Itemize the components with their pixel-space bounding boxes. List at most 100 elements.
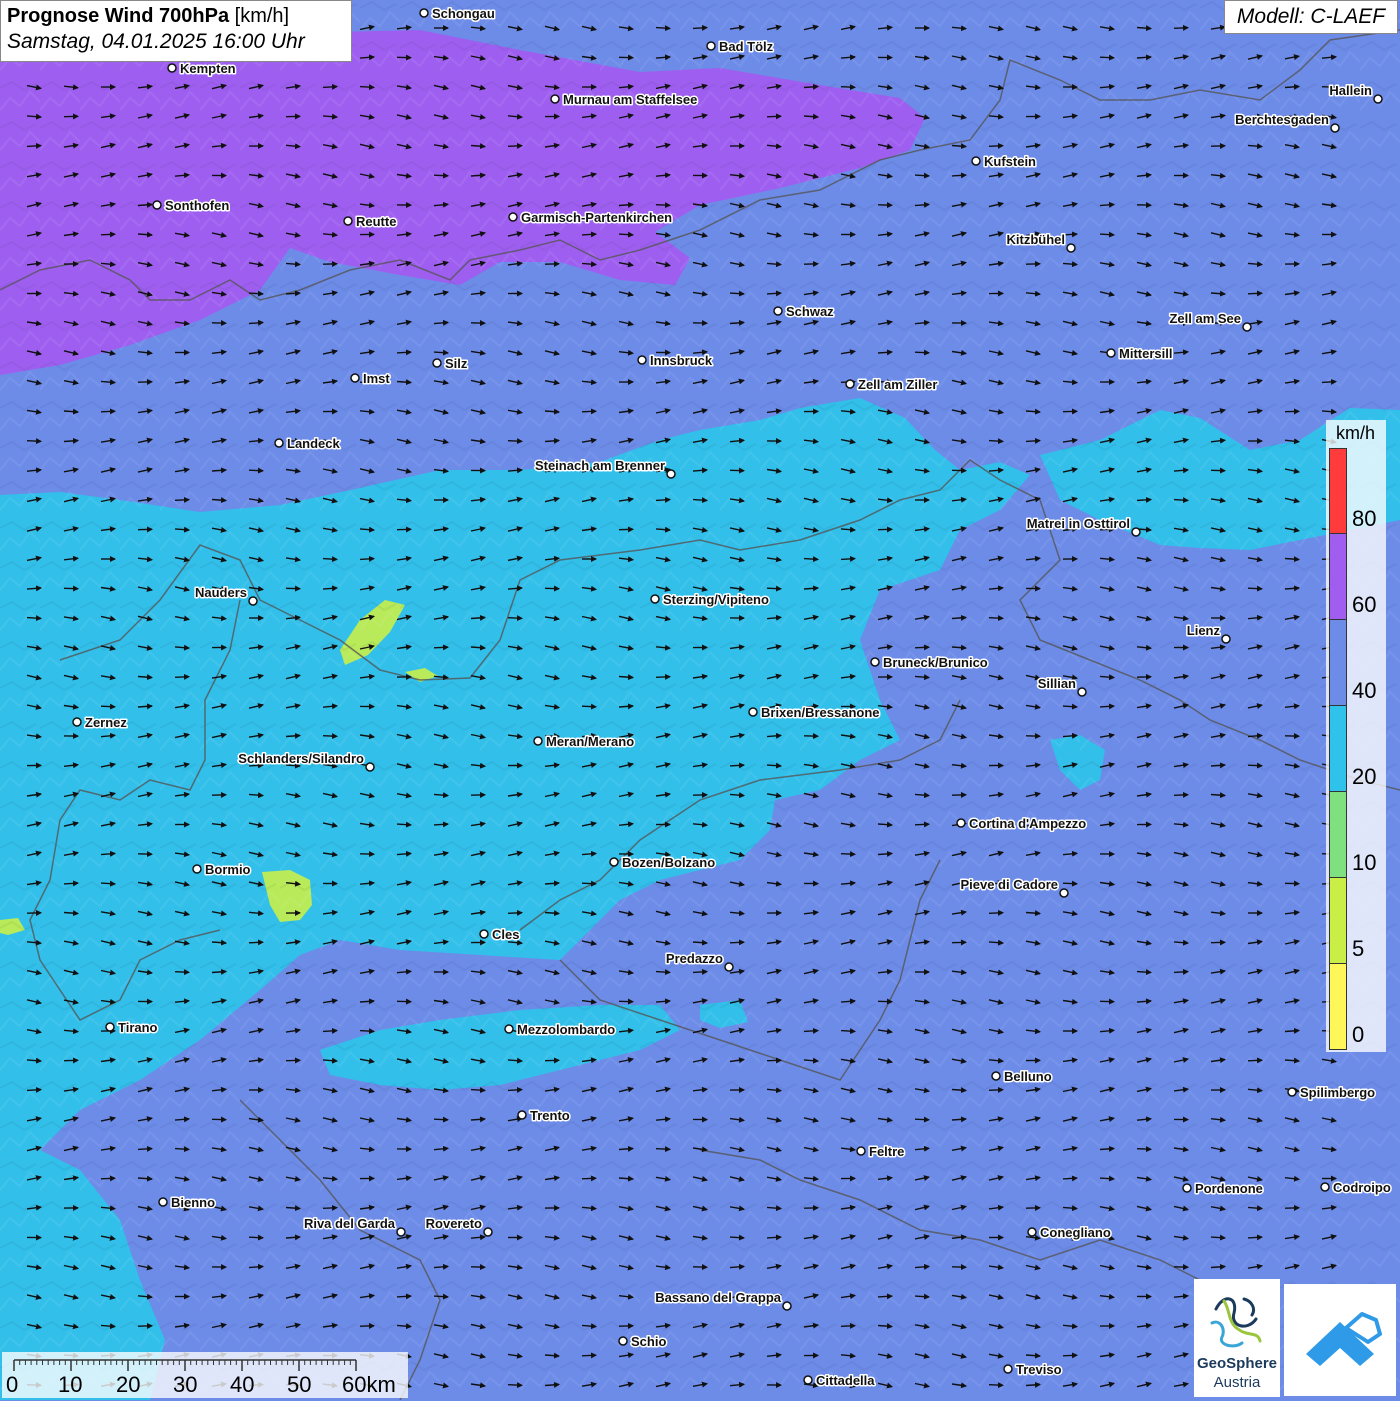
city-label: Schwaz [786, 304, 834, 319]
wind-arrow [1063, 1178, 1077, 1179]
wind-arrow [989, 618, 1003, 619]
city-marker[interactable]: Brixen/Bressanone [749, 705, 880, 720]
wind-arrow [1063, 234, 1077, 235]
legend-tick-label: 80 [1352, 506, 1376, 532]
city-dot [972, 157, 980, 165]
wind-arrow [27, 1090, 41, 1091]
wind-arrow [175, 500, 189, 501]
wind-arrow [582, 706, 596, 707]
scale-label-20: 20 [116, 1372, 140, 1398]
city-label: Kufstein [984, 154, 1036, 169]
city-dot [433, 359, 441, 367]
city-dot [480, 930, 488, 938]
city-marker[interactable]: Schongau [420, 6, 495, 21]
city-label: Conegliano [1040, 1225, 1111, 1240]
wind-arrow [508, 913, 522, 914]
city-label: Bassano del Grappa [655, 1290, 781, 1305]
city-dot [707, 42, 715, 50]
wind-arrow [1100, 1178, 1114, 1179]
city-dot [1060, 889, 1068, 897]
wind-arrow [693, 942, 707, 943]
city-marker[interactable]: Sonthofen [153, 198, 229, 213]
city-dot [846, 380, 854, 388]
wind-arrow [1248, 588, 1262, 589]
wind-arrow [471, 1119, 485, 1120]
city-label: Imst [363, 371, 390, 386]
wind-arrow [619, 1178, 633, 1179]
wind-arrow [212, 972, 226, 973]
city-label: Mezzolombardo [517, 1022, 615, 1037]
wind-arrow [175, 1149, 189, 1150]
wind-arrow [545, 1385, 559, 1386]
city-marker[interactable]: Cortina d'Ampezzo [957, 816, 1086, 831]
city-label: Steinach am Brenner [535, 458, 665, 473]
city-marker[interactable]: Mezzolombardo [505, 1022, 615, 1037]
wind-arrow [212, 500, 226, 501]
wind-arrow [841, 1326, 855, 1327]
wind-arrow [1211, 1267, 1225, 1268]
app-logo-icon [1284, 1284, 1396, 1396]
wind-arrow [471, 175, 485, 176]
wind-arrow [64, 913, 78, 914]
wind-arrow [693, 500, 707, 501]
wind-arrow [989, 441, 1003, 442]
wind-map[interactable]: SchongauBad TölzKemptenMurnau am Staffel… [0, 0, 1400, 1400]
city-marker[interactable]: Zell am Ziller [846, 377, 937, 392]
geosphere-logo[interactable]: GeoSphere Austria [1194, 1279, 1280, 1397]
app-logo[interactable] [1284, 1284, 1396, 1396]
legend-color-segment [1329, 534, 1347, 620]
wind-arrow [619, 1149, 633, 1150]
city-label: Feltre [869, 1144, 904, 1159]
wind-arrow [989, 913, 1003, 914]
legend-tick-label: 5 [1352, 936, 1364, 962]
wind-arrow [249, 942, 263, 943]
wind-arrow [1248, 1237, 1262, 1238]
legend-tick-label: 10 [1352, 850, 1376, 876]
city-dot [610, 858, 618, 866]
city-marker[interactable]: Bozen/Bolzano [610, 855, 715, 870]
city-dot [667, 470, 675, 478]
city-marker[interactable]: Murnau am Staffelsee [551, 92, 697, 107]
wind-arrow [434, 824, 448, 825]
wind-arrow [915, 352, 929, 353]
city-marker[interactable]: Innsbruck [638, 353, 713, 368]
legend-tick-label: 40 [1352, 678, 1376, 704]
city-marker[interactable]: Spilimbergo [1288, 1085, 1375, 1100]
wind-arrow [1137, 57, 1151, 58]
wind-arrow [1322, 382, 1336, 383]
city-marker[interactable]: Conegliano [1028, 1225, 1111, 1240]
city-marker[interactable]: Garmisch-Partenkirchen [509, 210, 672, 225]
wind-arrow [397, 352, 411, 353]
wind-arrow [1137, 1149, 1151, 1150]
wind-arrow [582, 411, 596, 412]
city-marker[interactable]: Sterzing/Vipiteno [651, 592, 769, 607]
wind-arrow [656, 28, 670, 29]
map-title-box: Prognose Wind 700hPa [km/h] Samstag, 04.… [0, 0, 352, 62]
wind-arrow [619, 205, 633, 206]
wind-arrow [1285, 559, 1299, 560]
city-label: Brixen/Bressanone [761, 705, 880, 720]
wind-arrow [804, 87, 818, 88]
wind-arrow [138, 205, 152, 206]
scale-label-40: 40 [230, 1372, 254, 1398]
wind-arrow [656, 1149, 670, 1150]
wind-arrow [1137, 972, 1151, 973]
city-marker[interactable]: Bruneck/Brunico [871, 655, 988, 670]
wind-arrow [989, 146, 1003, 147]
wind-arrow [27, 618, 41, 619]
wind-arrow [1285, 1060, 1299, 1061]
wind-arrow [1174, 500, 1188, 501]
city-dot [1067, 244, 1075, 252]
city-label: Sonthofen [165, 198, 229, 213]
wind-arrow [841, 854, 855, 855]
wind-arrow [101, 234, 115, 235]
legend-color-bar: 806040201050 [1329, 448, 1349, 1050]
city-dot [638, 356, 646, 364]
city-marker[interactable]: Meran/Merano [534, 734, 634, 749]
city-dot [1222, 635, 1230, 643]
city-marker[interactable]: Pordenone [1183, 1181, 1263, 1196]
city-label: Sterzing/Vipiteno [663, 592, 769, 607]
wind-arrow [619, 677, 633, 678]
scale-label-10: 10 [58, 1372, 82, 1398]
wind-arrow [952, 1090, 966, 1091]
